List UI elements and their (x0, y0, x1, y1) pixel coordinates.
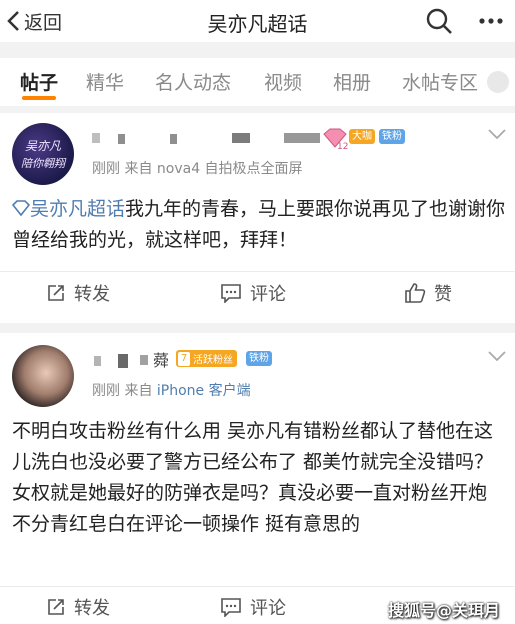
tab-celebrity-news[interactable]: 名人动态 (155, 68, 231, 95)
repost-button[interactable]: 转发 (46, 594, 110, 620)
badge-iron-fan: 铁粉 (246, 351, 272, 366)
diamond-level-icon: 12 (323, 128, 348, 151)
emoji-icon[interactable] (487, 71, 509, 93)
repost-label: 转发 (74, 598, 110, 619)
tab-casual-posts[interactable]: 水帖专区 (402, 68, 478, 95)
avatar-text-2: 陪你翱翔 (21, 157, 65, 170)
post-meta-device[interactable]: iPhone 客户端 (157, 383, 251, 399)
comment-button[interactable]: 评论 (220, 594, 286, 620)
more-icon[interactable] (478, 10, 504, 32)
comment-icon (221, 598, 241, 617)
username-redacted (118, 134, 125, 144)
repost-button[interactable]: 转发 (46, 280, 110, 306)
tab-featured[interactable]: 精华 (86, 68, 124, 95)
username-redacted (170, 134, 177, 144)
badge-iron-fan: 铁粉 (379, 129, 405, 144)
top-bar: 返回 吴亦凡超话 (0, 0, 515, 42)
post-card[interactable]: 吴亦凡 陪你翱翔 12 大咖 铁粉 刚刚 来自 nova4 自拍极点全面屏 吴亦… (0, 113, 515, 323)
fan-level: 7 (178, 351, 190, 366)
repost-icon (48, 285, 64, 301)
chevron-down-icon[interactable] (488, 129, 506, 139)
topic-link[interactable]: 吴亦凡超话 (30, 198, 125, 220)
post-meta: 刚刚 来自 iPhone 客户端 (92, 380, 251, 400)
repost-label: 转发 (74, 284, 110, 305)
chevron-down-icon[interactable] (488, 351, 506, 361)
avatar[interactable]: 吴亦凡 陪你翱翔 (12, 123, 74, 185)
divider (0, 271, 515, 272)
username-redacted (118, 354, 128, 368)
comment-icon (221, 284, 241, 303)
username-redacted (92, 133, 100, 143)
watermark: 搜狐号@关珥月 (388, 601, 501, 620)
avatar-text-1: 吴亦凡 (24, 139, 61, 153)
comment-label: 评论 (250, 284, 286, 305)
thumbs-up-icon (405, 283, 426, 303)
post-body: 不明白攻击粉丝有什么用 吴亦凡有错粉丝都认了替他在这儿洗白也没必要了警方已经公布… (12, 420, 494, 535)
level-number: 12 (337, 142, 348, 151)
badge-active-fan-label: 活跃粉丝 (193, 355, 233, 366)
like-button[interactable]: 赞 (404, 280, 452, 306)
post-body: 吴亦凡超话我九年的青春，马上要跟你说再见了也谢谢你曾经给我的光，就这样吧，拜拜！ (11, 194, 507, 256)
badge-active-fan: 7 活跃粉丝 (176, 350, 237, 367)
username-redacted (140, 355, 148, 365)
username-redacted (232, 133, 250, 143)
tab-albums[interactable]: 相册 (333, 68, 371, 95)
repost-icon (48, 599, 64, 615)
diamond-topic-icon (11, 200, 31, 217)
active-tab-indicator (22, 96, 56, 100)
post-card[interactable]: 蕣 7 活跃粉丝 铁粉 刚刚 来自 iPhone 客户端 不明白攻击粉丝有什么用… (0, 333, 515, 624)
post-meta: 刚刚 来自 nova4 自拍极点全面屏 (92, 161, 303, 177)
post-meta-prefix: 刚刚 来自 (92, 383, 153, 399)
avatar[interactable] (12, 345, 74, 407)
like-label: 赞 (434, 284, 452, 305)
search-icon[interactable] (425, 7, 453, 35)
comment-button[interactable]: 评论 (220, 280, 286, 306)
divider (0, 586, 515, 587)
username-redacted (94, 356, 101, 366)
tab-bar: 帖子 精华 名人动态 视频 相册 水帖专区 (0, 58, 515, 106)
tab-posts[interactable]: 帖子 (20, 68, 58, 95)
comment-label: 评论 (250, 598, 286, 619)
badge-vip: 大咖 (349, 129, 375, 144)
tab-videos[interactable]: 视频 (264, 68, 302, 95)
username-fragment: 蕣 (153, 351, 170, 370)
username-redacted (284, 133, 320, 143)
